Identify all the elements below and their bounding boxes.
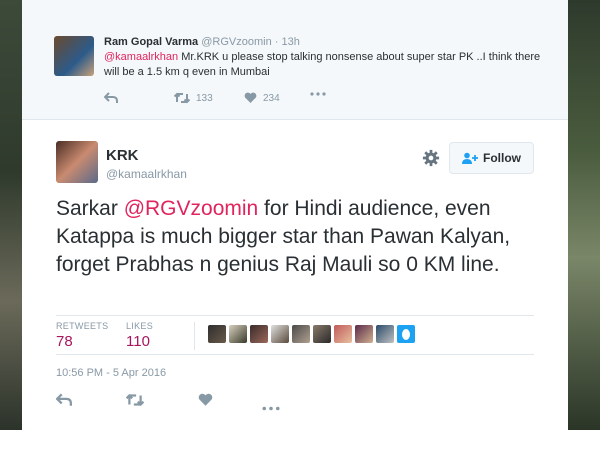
parent-more-button[interactable] [310,92,326,96]
main-tweet: KRK @kamaalrkhan Follow Sarkar @RGVzoomi… [22,121,568,430]
follow-person-icon [462,152,478,164]
liker-avatar[interactable] [208,325,226,343]
main-mention-link[interactable]: @RGVzoomin [124,197,259,220]
liker-avatar[interactable] [292,325,310,343]
parent-reply-button[interactable] [104,92,118,104]
liker-avatar[interactable] [250,325,268,343]
parent-author-handle[interactable]: @RGVzoomin [201,36,271,48]
background-left [0,0,22,430]
liker-avatar[interactable] [271,325,289,343]
likes-label: LIKES [126,321,154,331]
retweets-label: RETWEETS [56,321,109,331]
parent-tweet-text: @kamaalrkhan Mr.KRK u please stop talkin… [104,50,554,80]
parent-author-name[interactable]: Ram Gopal Varma [104,36,198,48]
main-author-handle[interactable]: @kamaalrkhan [106,167,187,181]
main-reply-button[interactable] [55,393,72,412]
parent-time[interactable]: · 13h [275,36,300,48]
background-right [568,0,600,430]
parent-like-count: 234 [263,92,280,104]
heart-icon [198,393,213,406]
parent-header: Ram Gopal Varma @RGVzoomin · 13h [104,36,300,48]
egg-icon [402,328,410,340]
liker-avatar[interactable] [355,325,373,343]
liker-avatar[interactable] [376,325,394,343]
retweets-count: 78 [56,333,73,350]
parent-tweet[interactable]: Ram Gopal Varma @RGVzoomin · 13h @kamaal… [22,0,568,120]
liker-avatar[interactable] [334,325,352,343]
parent-retweet-button[interactable]: 133 [174,92,213,104]
retweet-icon [174,92,190,104]
reply-icon [104,92,118,103]
liker-avatar[interactable] [229,325,247,343]
tweet-stats: RETWEETS 78 LIKES 110 [56,315,534,355]
more-icon [262,406,280,411]
main-tweet-text: Sarkar @RGVzoomin for Hindi audience, ev… [56,195,546,279]
liker-avatar[interactable] [313,325,331,343]
liker-avatar[interactable] [397,325,415,343]
stats-divider [194,322,195,350]
likes-stat[interactable]: LIKES 110 [126,321,153,350]
parent-actions: 133 234 [104,92,404,106]
parent-retweet-count: 133 [196,92,213,104]
main-retweet-button[interactable] [125,393,145,412]
main-avatar[interactable] [56,141,98,183]
reply-icon [55,393,72,406]
main-more-button[interactable] [262,398,280,416]
tweet-permalink-card: Ram Gopal Varma @RGVzoomin · 13h @kamaal… [22,0,568,430]
main-author-name[interactable]: KRK [106,147,139,164]
more-icon [310,92,326,96]
main-text-before: Sarkar [56,197,124,220]
heart-icon [244,92,257,103]
parent-avatar[interactable] [54,36,94,76]
parent-mention-link[interactable]: @kamaalrkhan [104,51,178,63]
liker-avatars [208,325,415,343]
gear-icon[interactable] [422,149,440,167]
parent-like-button[interactable]: 234 [244,92,280,104]
tweet-timestamp[interactable]: 10:56 PM - 5 Apr 2016 [56,367,166,379]
main-actions [55,393,316,412]
main-like-button[interactable] [198,393,213,412]
likes-count: 110 [126,333,150,350]
retweet-icon [125,393,145,407]
follow-button-label: Follow [483,151,521,165]
follow-button[interactable]: Follow [449,142,534,174]
retweets-stat[interactable]: RETWEETS 78 [56,321,108,350]
